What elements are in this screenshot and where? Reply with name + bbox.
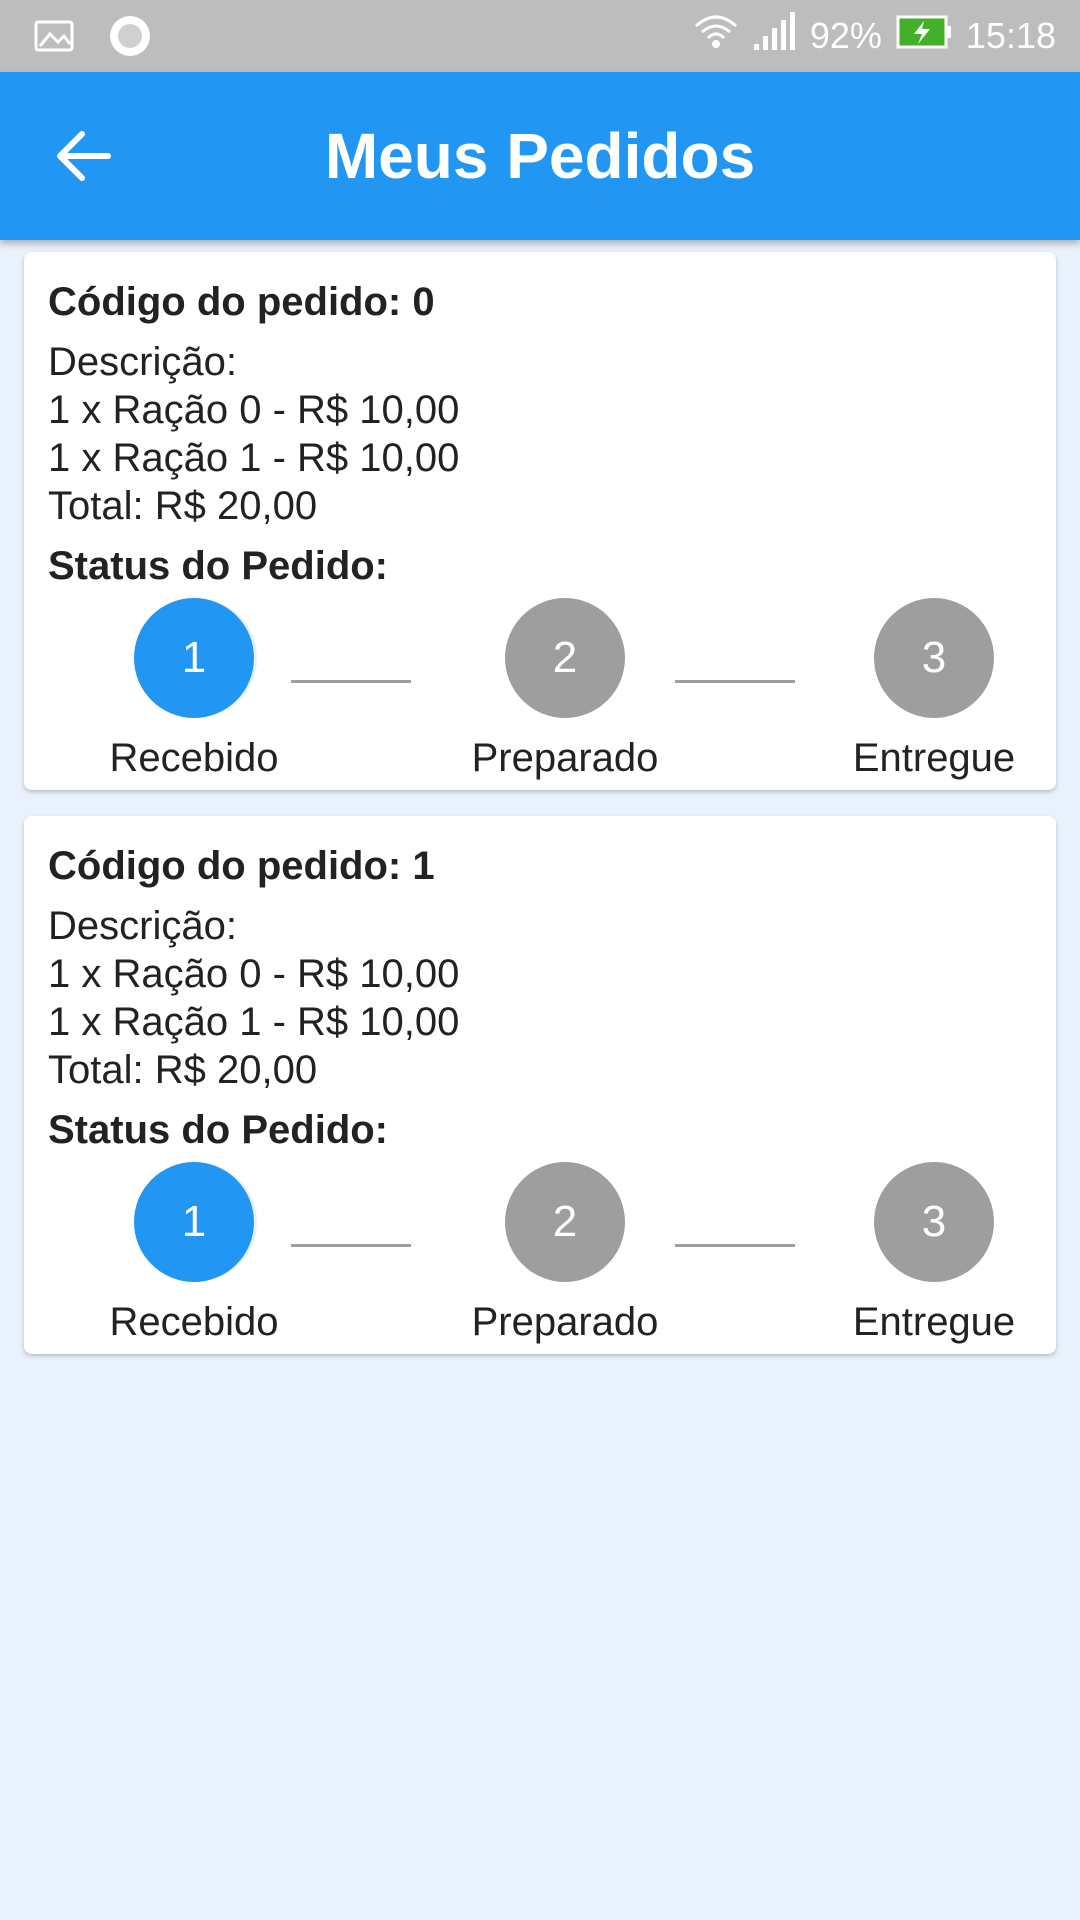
order-card[interactable]: Código do pedido: 1 Descrição: 1 x Ração…	[24, 816, 1056, 1354]
step-connector	[291, 680, 411, 683]
order-code: Código do pedido: 1	[48, 844, 435, 888]
battery-percent: 92%	[809, 15, 882, 56]
step-label: Preparado	[471, 736, 659, 780]
arrow-left-icon	[48, 131, 120, 196]
status-stepper: 1 Recebido 2 Preparado 3 Entregue	[24, 1162, 1056, 1344]
step-connector	[675, 680, 795, 683]
description-label: Descrição:	[48, 904, 237, 948]
step-delivered[interactable]: 3 Entregue	[814, 598, 1054, 782]
wifi-icon	[694, 12, 738, 61]
order-total: Total: R$ 20,00	[48, 484, 318, 528]
step-circle: 2	[505, 1162, 625, 1282]
back-button[interactable]	[48, 120, 120, 192]
step-label: Recebido	[109, 1300, 279, 1344]
step-label: Entregue	[852, 736, 1016, 780]
step-connector	[675, 1244, 795, 1247]
step-circle: 2	[505, 598, 625, 718]
step-circle: 3	[874, 598, 994, 718]
order-item: 1 x Ração 0 - R$ 10,00	[48, 952, 460, 996]
status-bar: 92% 15:18	[0, 0, 1080, 72]
order-item: 1 x Ração 1 - R$ 10,00	[48, 1000, 460, 1044]
step-prepared[interactable]: 2 Preparado	[445, 598, 685, 782]
step-circle: 3	[874, 1162, 994, 1282]
order-item: 1 x Ração 0 - R$ 10,00	[48, 388, 460, 432]
status-label: Status do Pedido:	[48, 1108, 388, 1152]
status-stepper: 1 Recebido 2 Preparado 3 Entregue	[24, 598, 1056, 780]
step-delivered[interactable]: 3 Entregue	[814, 1162, 1054, 1346]
gallery-icon	[34, 20, 74, 57]
step-prepared[interactable]: 2 Preparado	[445, 1162, 685, 1346]
app-bar: Meus Pedidos	[0, 72, 1080, 240]
orders-list: Código do pedido: 0 Descrição: 1 x Ração…	[24, 252, 1056, 1380]
step-circle: 1	[134, 1162, 254, 1282]
signal-icon	[752, 11, 796, 61]
description-label: Descrição:	[48, 340, 237, 384]
page-title: Meus Pedidos	[324, 120, 756, 192]
step-label: Preparado	[471, 1300, 659, 1344]
step-connector	[291, 1244, 411, 1247]
record-icon	[108, 14, 152, 63]
order-code: Código do pedido: 0	[48, 280, 435, 324]
status-label: Status do Pedido:	[48, 544, 388, 588]
step-label: Entregue	[852, 1300, 1016, 1344]
order-item: 1 x Ração 1 - R$ 10,00	[48, 436, 460, 480]
step-circle: 1	[134, 598, 254, 718]
battery-charging-icon	[896, 15, 952, 58]
step-received[interactable]: 1 Recebido	[74, 598, 314, 782]
clock: 15:18	[965, 15, 1056, 56]
step-received[interactable]: 1 Recebido	[74, 1162, 314, 1346]
order-total: Total: R$ 20,00	[48, 1048, 318, 1092]
step-label: Recebido	[109, 736, 279, 780]
order-card[interactable]: Código do pedido: 0 Descrição: 1 x Ração…	[24, 252, 1056, 790]
